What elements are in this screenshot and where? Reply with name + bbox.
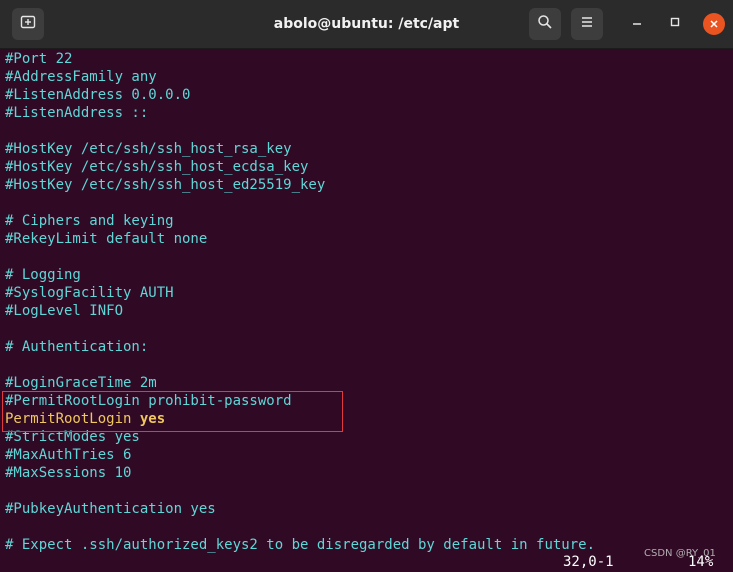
terminal-line: #AddressFamily any [5,69,157,85]
terminal-line: #MaxSessions 10 [5,465,132,481]
terminal-line: #ListenAddress 0.0.0.0 [5,87,191,103]
scrollbar[interactable] [727,49,733,572]
search-icon [537,14,553,35]
terminal-line: # Ciphers and keying [5,213,174,229]
menu-button[interactable] [571,8,603,40]
terminal-line: #SyslogFacility AUTH [5,285,174,301]
title-bar: abolo@ubuntu: /etc/apt [0,0,733,49]
terminal-line: # Logging [5,267,81,283]
minimize-button[interactable] [625,12,649,36]
terminal-line: #PubkeyAuthentication yes [5,501,216,517]
terminal-line: #ListenAddress :: [5,105,149,121]
search-button[interactable] [529,8,561,40]
terminal-line: # Expect .ssh/authorized_keys2 to be dis… [5,537,596,553]
terminal-window: abolo@ubuntu: /etc/apt #Port 22 #Address… [0,0,733,572]
highlight-box [2,391,343,432]
minimize-icon [631,15,643,33]
terminal-line: #Port 22 [5,51,73,67]
terminal-line: #HostKey /etc/ssh/ssh_host_ecdsa_key [5,159,309,175]
terminal-line: #LogLevel INFO [5,303,124,319]
window-title: abolo@ubuntu: /etc/apt [273,16,460,32]
close-button[interactable] [702,12,726,36]
terminal-line: #RekeyLimit default none [5,231,208,247]
terminal-line: #LoginGraceTime 2m [5,375,157,391]
maximize-icon [669,15,681,33]
watermark: CSDN @RY_01 [644,548,716,559]
terminal-line: #HostKey /etc/ssh/ssh_host_ed25519_key [5,177,326,193]
terminal-line: #HostKey /etc/ssh/ssh_host_rsa_key [5,141,292,157]
close-icon [703,13,725,35]
cursor-position: 32,0-1 [563,554,614,570]
maximize-button[interactable] [663,12,687,36]
hamburger-menu-icon [580,15,594,34]
terminal-line: # Authentication: [5,339,149,355]
terminal-content[interactable]: #Port 22 #AddressFamily any #ListenAddre… [0,49,727,572]
terminal-line: #MaxAuthTries 6 [5,447,132,463]
